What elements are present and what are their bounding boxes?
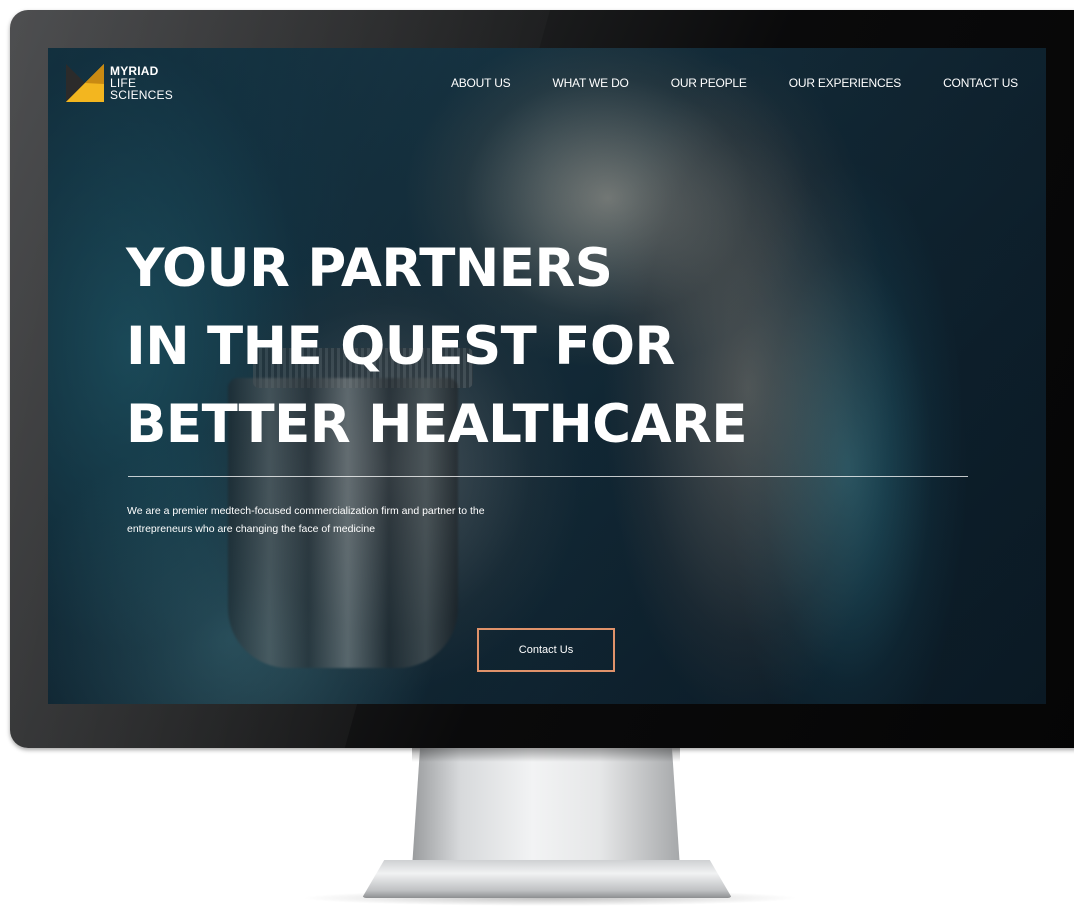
hero-divider — [128, 476, 968, 477]
monitor-stand-neck — [412, 748, 680, 868]
nav-contact-us[interactable]: CONTACT US — [943, 76, 1018, 90]
hero-subtitle-line-2: entrepreneurs who are changing the face … — [127, 523, 376, 535]
monitor-stand-base — [362, 860, 732, 898]
nav-what-we-do[interactable]: WHAT WE DO — [552, 76, 628, 90]
nav-about-us[interactable]: ABOUT US — [451, 76, 511, 90]
main-nav: ABOUT US WHAT WE DO OUR PEOPLE OUR EXPER… — [409, 76, 1018, 90]
nav-our-experiences[interactable]: OUR EXPERIENCES — [789, 76, 902, 90]
monitor-screen: MYRIAD LIFE SCIENCES ABOUT US WHAT WE DO… — [48, 48, 1046, 704]
hero-title-line-2: IN THE QUEST FOR — [126, 316, 675, 377]
hero-title: YOUR PARTNERS IN THE QUEST FOR BETTER HE… — [126, 230, 748, 464]
hero-title-line-1: YOUR PARTNERS — [126, 238, 613, 299]
logo-text-line3: SCIENCES — [110, 88, 173, 102]
hero-title-line-3: BETTER HEALTHCARE — [126, 394, 748, 455]
contact-us-button[interactable]: Contact Us — [477, 628, 615, 672]
site-logo[interactable]: MYRIAD LIFE SCIENCES — [66, 64, 173, 102]
nav-our-people[interactable]: OUR PEOPLE — [671, 76, 747, 90]
stage: MYRIAD LIFE SCIENCES ABOUT US WHAT WE DO… — [0, 0, 1074, 909]
myriad-logo-icon — [66, 64, 104, 102]
hero-subtitle-line-1: We are a premier medtech-focused commerc… — [127, 505, 485, 517]
hero-subtitle: We are a premier medtech-focused commerc… — [127, 502, 547, 538]
monitor-stand-shadow — [412, 748, 680, 762]
logo-text: MYRIAD LIFE SCIENCES — [110, 65, 173, 101]
